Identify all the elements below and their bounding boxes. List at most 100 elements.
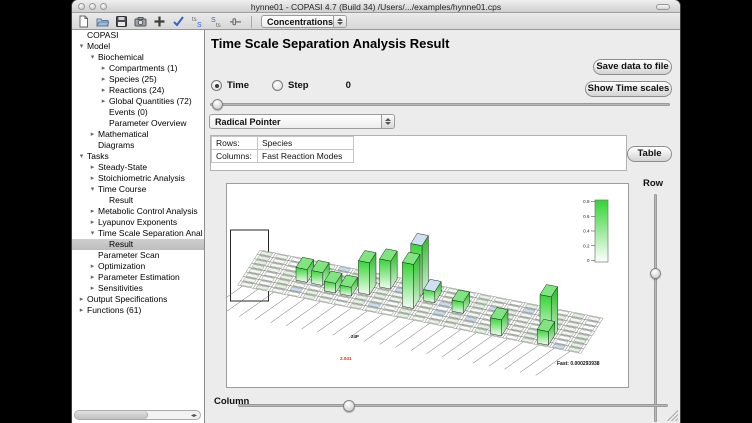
- disclosure-down-icon[interactable]: ▾: [87, 184, 98, 195]
- sidebar-item-model[interactable]: ▾Model: [72, 41, 204, 52]
- add-icon[interactable]: [153, 15, 166, 28]
- sidebar-item-label: Result: [109, 239, 133, 250]
- tree-horizontal-scrollbar[interactable]: ◂▸: [74, 410, 201, 420]
- sidebar-item-metabolic-control-analysis[interactable]: ▸Metabolic Control Analysis: [72, 206, 204, 217]
- disclosure-right-icon[interactable]: ▸: [98, 85, 109, 96]
- sidebar-item-events-0[interactable]: Events (0): [72, 107, 204, 118]
- sidebar-item-label: Metabolic Control Analysis: [98, 206, 198, 217]
- sidebar-item-stoichiometric-analysis[interactable]: ▸Stoichiometric Analysis: [72, 173, 204, 184]
- svg-text:Fast: 0.000293938: Fast: 0.000293938: [557, 361, 600, 367]
- disclosure-right-icon[interactable]: ▸: [87, 162, 98, 173]
- sidebar-item-label: Optimization: [98, 261, 145, 272]
- disclosure-right-icon[interactable]: ▸: [98, 63, 109, 74]
- disclosure-right-icon[interactable]: ▸: [98, 96, 109, 107]
- sidebar-item-parameter-scan[interactable]: Parameter Scan: [72, 250, 204, 261]
- disclosure-right-icon[interactable]: ▸: [87, 283, 98, 294]
- sidebar-item-parameter-overview[interactable]: Parameter Overview: [72, 118, 204, 129]
- disclosure-right-icon[interactable]: ▸: [76, 305, 87, 316]
- disclosure-right-icon[interactable]: ▸: [87, 272, 98, 283]
- row-slider-label: Row: [643, 178, 663, 189]
- capture-image-icon[interactable]: [134, 15, 147, 28]
- disclosure-right-icon[interactable]: ▸: [87, 261, 98, 272]
- stepper-arrows-icon: [333, 16, 346, 27]
- toolbar-toggle-lozenge[interactable]: [656, 4, 670, 10]
- screen: hynne01 - COPASI 4.7 (Build 34) /Users/.…: [0, 0, 752, 423]
- disclosure-down-icon[interactable]: ▾: [87, 228, 98, 239]
- new-file-icon[interactable]: [77, 15, 90, 28]
- disclosure-right-icon[interactable]: ▸: [87, 173, 98, 184]
- sidebar-item-optimization[interactable]: ▸Optimization: [72, 261, 204, 272]
- window-title: hynne01 - COPASI 4.7 (Build 34) /Users/.…: [72, 2, 680, 12]
- step-radio[interactable]: [272, 80, 283, 91]
- sidebar-item-steady-state[interactable]: ▸Steady-State: [72, 162, 204, 173]
- sidebar-item-lyapunov-exponents[interactable]: ▸Lyapunov Exponents: [72, 217, 204, 228]
- disclosure-right-icon[interactable]: ▸: [87, 206, 98, 217]
- stepper-arrows-icon: [381, 115, 394, 128]
- sidebar-item-global-quantities-72[interactable]: ▸Global Quantities (72): [72, 96, 204, 107]
- units-select-value: Concentrations: [262, 16, 333, 27]
- toolbar-separator: [251, 16, 252, 28]
- sidebar-item-species-25[interactable]: ▸Species (25): [72, 74, 204, 85]
- sidebar-item-parameter-estimation[interactable]: ▸Parameter Estimation: [72, 272, 204, 283]
- units-select[interactable]: Concentrations: [261, 15, 347, 28]
- sidebar-item-reactions-24[interactable]: ▸Reactions (24): [72, 85, 204, 96]
- check-model-icon[interactable]: [172, 15, 185, 28]
- sidebar-item-compartments-1[interactable]: ▸Compartments (1): [72, 63, 204, 74]
- sidebar-item-label: Steady-State: [98, 162, 147, 173]
- sidebar-item-time-scale-separation-anal[interactable]: ▾Time Scale Separation Anal: [72, 228, 204, 239]
- sidebar-item-label: Parameter Overview: [109, 118, 186, 129]
- sidebar-item-copasi[interactable]: COPASI: [72, 30, 204, 41]
- time-radio[interactable]: [211, 80, 222, 91]
- sidebar-item-functions-61[interactable]: ▸Functions (61): [72, 305, 204, 316]
- row-slider-knob[interactable]: [650, 268, 661, 279]
- sidebar-item-label: Parameter Estimation: [98, 272, 180, 283]
- save-data-to-file-button[interactable]: Save data to file: [593, 59, 672, 75]
- sidebar-item-mathematical[interactable]: ▸Mathematical: [72, 129, 204, 140]
- convert-time-scale-s-icon[interactable]: tsS: [191, 15, 204, 28]
- disclosure-down-icon[interactable]: ▾: [76, 41, 87, 52]
- sidebar-item-label: Stoichiometric Analysis: [98, 173, 185, 184]
- show-time-scales-button[interactable]: Show Time scales: [585, 81, 672, 97]
- sidebar-item-label: Events (0): [109, 107, 148, 118]
- sidebar-item-biochemical[interactable]: ▾Biochemical: [72, 52, 204, 63]
- sidebar-item-time-course[interactable]: ▾Time Course: [72, 184, 204, 195]
- scrollbar-arrow-icons[interactable]: ◂▸: [191, 411, 200, 419]
- disclosure-right-icon[interactable]: ▸: [98, 74, 109, 85]
- column-slider-track[interactable]: [238, 404, 668, 407]
- tssa-3d-plot[interactable]: 0.80.60.40.2024P2.041Fast: 0.000293938: [227, 184, 628, 387]
- sidebar-item-result[interactable]: Result: [72, 195, 204, 206]
- result-pane: Time Scale Separation Analysis Result Sa…: [206, 30, 680, 423]
- disclosure-right-icon[interactable]: ▸: [76, 294, 87, 305]
- row-slider-track[interactable]: [654, 194, 657, 422]
- convert-s-time-scale-icon[interactable]: Sts: [210, 15, 223, 28]
- time-slider-track[interactable]: [210, 103, 670, 106]
- rows-value: Species: [258, 137, 354, 150]
- resize-grip[interactable]: [666, 409, 678, 421]
- main-toolbar: tsS Sts Concentrations: [72, 14, 680, 30]
- sidebar-item-tasks[interactable]: ▾Tasks: [72, 151, 204, 162]
- disclosure-down-icon[interactable]: ▾: [76, 151, 87, 162]
- result-view-select[interactable]: Radical Pointer: [209, 114, 395, 129]
- sidebar-item-label: Functions (61): [87, 305, 141, 316]
- sidebar-item-result[interactable]: Result: [72, 239, 204, 250]
- scrollbar-thumb[interactable]: [75, 411, 148, 419]
- sidebar-item-label: Sensitivities: [98, 283, 143, 294]
- svg-text:ts: ts: [192, 17, 197, 23]
- slider-settings-icon[interactable]: [229, 15, 242, 28]
- sidebar-item-sensitivities[interactable]: ▸Sensitivities: [72, 283, 204, 294]
- save-file-icon[interactable]: [115, 15, 128, 28]
- disclosure-right-icon[interactable]: ▸: [87, 129, 98, 140]
- open-file-icon[interactable]: [96, 15, 109, 28]
- sidebar-item-label: COPASI: [87, 30, 119, 41]
- disclosure-down-icon[interactable]: ▾: [87, 52, 98, 63]
- sidebar-item-diagrams[interactable]: Diagrams: [72, 140, 204, 151]
- sidebar-item-label: Time Scale Separation Anal: [98, 228, 203, 239]
- column-slider-knob[interactable]: [343, 400, 355, 412]
- sidebar-item-label: Mathematical: [98, 129, 149, 140]
- copasi-window: hynne01 - COPASI 4.7 (Build 34) /Users/.…: [72, 0, 680, 423]
- title-bar[interactable]: hynne01 - COPASI 4.7 (Build 34) /Users/.…: [72, 0, 680, 13]
- table-button[interactable]: Table: [627, 146, 672, 162]
- disclosure-right-icon[interactable]: ▸: [87, 217, 98, 228]
- time-slider-knob[interactable]: [212, 99, 223, 110]
- sidebar-item-output-specifications[interactable]: ▸Output Specifications: [72, 294, 204, 305]
